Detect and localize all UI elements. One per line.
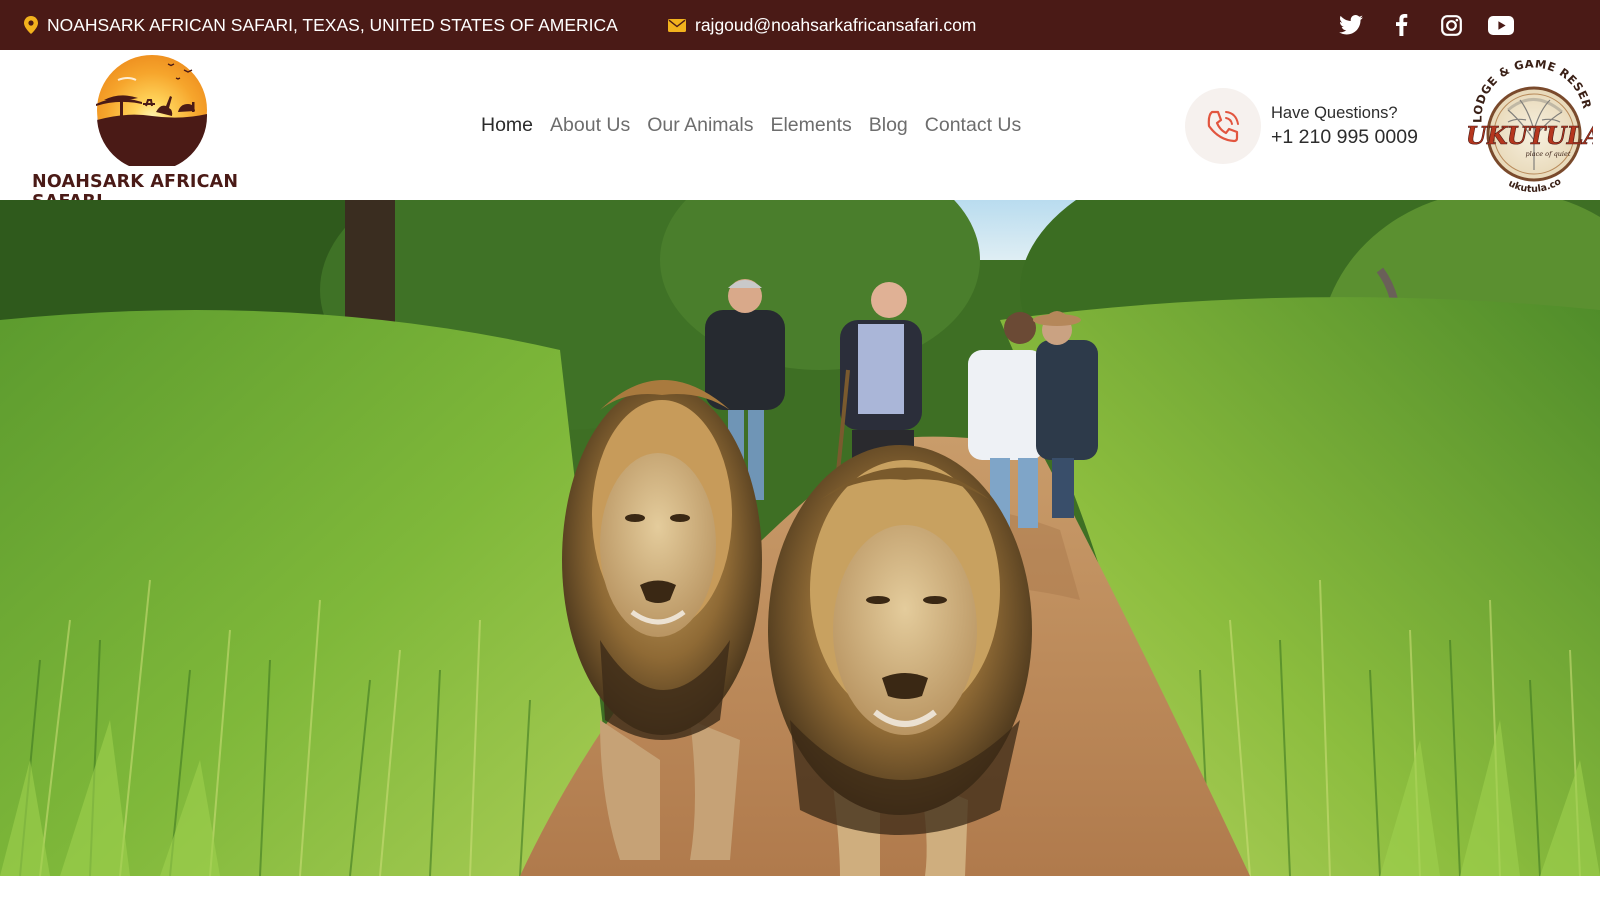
email-link[interactable]: rajgoud@noahsarkafricansafari.com <box>695 15 976 36</box>
safari-logo-icon <box>96 55 207 166</box>
nav-item-contact-us[interactable]: Contact Us <box>925 114 1021 137</box>
phone-icon-badge <box>1185 88 1261 164</box>
social-links <box>1338 0 1514 50</box>
site-header: NOAHSARK AFRICAN SAFARI Home About Us Ou… <box>0 50 1600 212</box>
email-info: rajgoud@noahsarkafricansafari.com <box>668 0 976 50</box>
nav-item-home[interactable]: Home <box>481 114 533 137</box>
main-nav: Home About Us Our Animals Elements Blog … <box>481 114 1021 137</box>
ukutula-partner-logo[interactable]: LODGE & GAME RESERVE UKUTULA place of qu… <box>1468 60 1593 192</box>
partner-name: UKUTULA <box>1468 121 1593 150</box>
address-text: NOAHSARK AFRICAN SAFARI, TEXAS, UNITED S… <box>47 14 618 35</box>
facebook-icon[interactable] <box>1388 12 1414 38</box>
address-info: NOAHSARK AFRICAN SAFARI, TEXAS, UNITED S… <box>24 0 618 50</box>
youtube-icon[interactable] <box>1488 12 1514 38</box>
nav-item-about-us[interactable]: About Us <box>550 114 630 137</box>
location-pin-icon <box>24 16 38 34</box>
phone-icon <box>1207 110 1239 143</box>
nav-item-elements[interactable]: Elements <box>770 114 851 137</box>
instagram-icon[interactable] <box>1438 12 1464 38</box>
nav-item-our-animals[interactable]: Our Animals <box>647 114 753 137</box>
hero-banner-image <box>0 200 1600 876</box>
partner-tagline: place of quiet <box>1526 150 1571 158</box>
site-logo[interactable]: NOAHSARK AFRICAN SAFARI <box>30 54 300 212</box>
phone-contact: Have Questions? +1 210 995 0009 <box>1185 88 1425 164</box>
hero-lions-walk-illustration <box>0 200 1600 876</box>
top-bar: NOAHSARK AFRICAN SAFARI, TEXAS, UNITED S… <box>0 0 1600 50</box>
lion-right <box>768 445 1032 876</box>
phone-question: Have Questions? <box>1271 104 1398 122</box>
nav-item-blog[interactable]: Blog <box>869 114 908 137</box>
twitter-icon[interactable] <box>1338 12 1364 38</box>
phone-number-link[interactable]: +1 210 995 0009 <box>1271 126 1418 149</box>
envelope-icon <box>668 18 686 32</box>
